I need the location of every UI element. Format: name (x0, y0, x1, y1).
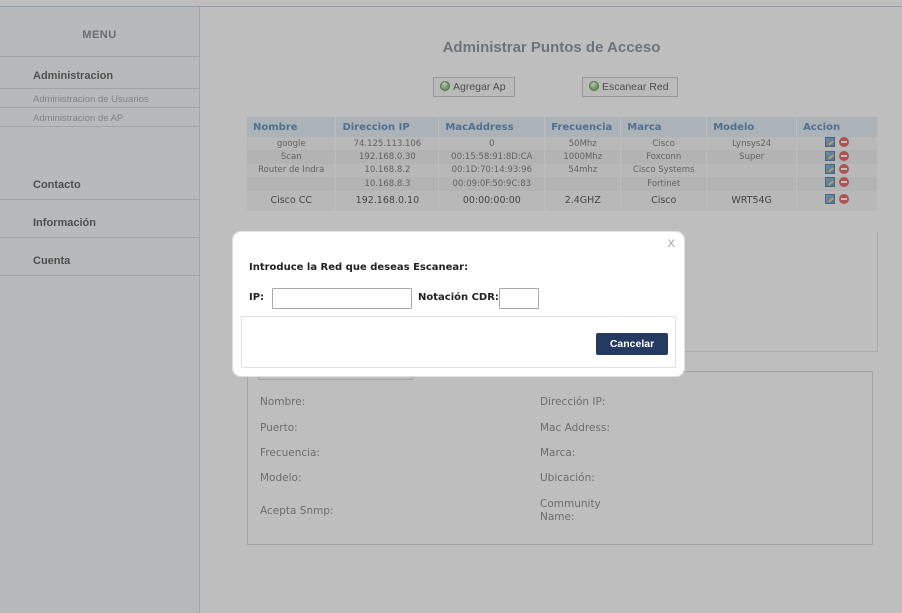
cdr-input[interactable] (499, 288, 539, 309)
close-icon[interactable]: X (668, 238, 675, 250)
ip-input[interactable] (272, 288, 412, 309)
scan-network-dialog: X Introduce la Red que deseas Escanear: … (233, 232, 684, 376)
ip-label: IP: (249, 292, 265, 303)
cdr-label: Notación CDR: (418, 292, 499, 303)
cancel-button[interactable]: Cancelar (596, 333, 668, 355)
dialog-title: Introduce la Red que deseas Escanear: (249, 262, 469, 273)
